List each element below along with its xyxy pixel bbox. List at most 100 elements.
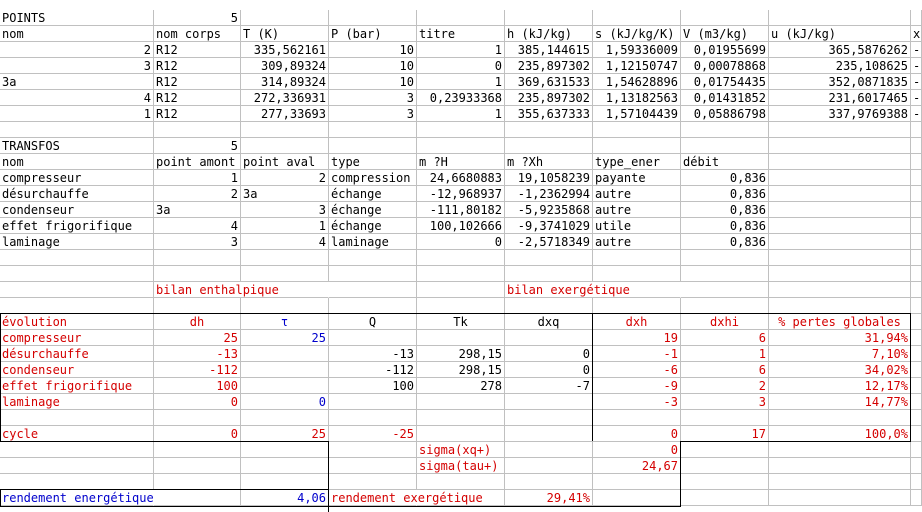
- sigma-xq-value[interactable]: 0: [593, 442, 681, 458]
- cell[interactable]: [505, 410, 593, 426]
- transfo-cell[interactable]: 1: [154, 170, 241, 186]
- bilan-cell[interactable]: 298,15: [417, 346, 505, 362]
- point-cell[interactable]: 0: [417, 58, 505, 74]
- bilan-cell[interactable]: 0: [505, 362, 593, 378]
- cell[interactable]: [505, 266, 593, 282]
- transfo-cell[interactable]: 0: [417, 234, 505, 250]
- point-cell[interactable]: 3: [329, 106, 417, 122]
- cell[interactable]: [769, 410, 911, 426]
- cell[interactable]: [329, 282, 417, 298]
- cell[interactable]: [241, 122, 329, 138]
- bilan-header-cell[interactable]: dxq: [505, 314, 593, 330]
- cycle-cell[interactable]: 0: [154, 426, 241, 442]
- bilan-cell[interactable]: 0: [241, 394, 329, 410]
- bilan-cell[interactable]: 100: [154, 378, 241, 394]
- cell[interactable]: [593, 10, 681, 26]
- point-cell[interactable]: 0,05886798: [681, 106, 769, 122]
- transfo-cell[interactable]: laminage: [329, 234, 417, 250]
- bilan-cell[interactable]: -13: [154, 346, 241, 362]
- point-cell[interactable]: 0,23933368: [417, 90, 505, 106]
- cell[interactable]: [911, 170, 922, 186]
- point-cell[interactable]: 0,00078868: [681, 58, 769, 74]
- cell[interactable]: [681, 282, 769, 298]
- cycle-cell[interactable]: [505, 426, 593, 442]
- point-cell[interactable]: -: [911, 74, 922, 90]
- bilan-header-cell[interactable]: Tk: [417, 314, 505, 330]
- point-cell[interactable]: 1: [417, 106, 505, 122]
- bilan-cell[interactable]: 2: [681, 378, 769, 394]
- transfo-cell[interactable]: 24,6680883: [417, 170, 505, 186]
- transfos-header-cell[interactable]: point aval: [241, 154, 329, 170]
- point-cell[interactable]: -: [911, 90, 922, 106]
- cell[interactable]: [241, 298, 329, 314]
- bilan-cell[interactable]: -112: [329, 362, 417, 378]
- cell[interactable]: [593, 266, 681, 282]
- cycle-cell[interactable]: 0: [593, 426, 681, 442]
- cell[interactable]: [911, 218, 922, 234]
- cell[interactable]: [0, 458, 154, 474]
- cell[interactable]: [417, 10, 505, 26]
- transfo-cell[interactable]: échange: [329, 218, 417, 234]
- transfo-cell[interactable]: -12,968937: [417, 186, 505, 202]
- point-cell[interactable]: R12: [154, 58, 241, 74]
- cell[interactable]: [911, 330, 922, 346]
- transfos-header-cell[interactable]: type_ener: [593, 154, 681, 170]
- transfos-header-cell[interactable]: débit: [681, 154, 769, 170]
- sigma-tau-value[interactable]: 24,67: [593, 458, 681, 474]
- cell[interactable]: [417, 122, 505, 138]
- points-header-cell[interactable]: nom corps: [154, 26, 241, 42]
- bilan-cell[interactable]: 31,94%: [769, 330, 911, 346]
- transfo-cell[interactable]: autre: [593, 186, 681, 202]
- point-cell[interactable]: 365,5876262: [769, 42, 911, 58]
- cell[interactable]: [417, 266, 505, 282]
- cell[interactable]: [911, 474, 922, 490]
- transfo-cell[interactable]: 0,836: [681, 170, 769, 186]
- point-cell[interactable]: 1,13182563: [593, 90, 681, 106]
- cell[interactable]: [911, 458, 922, 474]
- rendement-exergetique-value[interactable]: 29,41%: [505, 490, 593, 506]
- cell[interactable]: [505, 458, 593, 474]
- transfo-cell[interactable]: 3a: [241, 186, 329, 202]
- bilan-cell[interactable]: 298,15: [417, 362, 505, 378]
- point-cell[interactable]: 235,108625: [769, 58, 911, 74]
- transfos-header-cell[interactable]: m ?H: [417, 154, 505, 170]
- cell[interactable]: [911, 266, 922, 282]
- cell[interactable]: [241, 250, 329, 266]
- cell[interactable]: [681, 490, 769, 506]
- bilan-cell[interactable]: -7: [505, 378, 593, 394]
- cell[interactable]: [329, 138, 417, 154]
- cell[interactable]: [911, 202, 922, 218]
- cell[interactable]: [505, 298, 593, 314]
- point-cell[interactable]: 385,144615: [505, 42, 593, 58]
- transfo-name-cell[interactable]: désurchauffe: [0, 186, 154, 202]
- cell[interactable]: [417, 490, 505, 506]
- cell[interactable]: [911, 298, 922, 314]
- cell[interactable]: [0, 266, 154, 282]
- point-cell[interactable]: 10: [329, 74, 417, 90]
- transfo-cell[interactable]: 3a: [154, 202, 241, 218]
- point-cell[interactable]: 10: [329, 42, 417, 58]
- transfos-header-cell[interactable]: point amont: [154, 154, 241, 170]
- transfo-cell[interactable]: échange: [329, 186, 417, 202]
- cycle-cell[interactable]: -25: [329, 426, 417, 442]
- transfo-name-cell[interactable]: laminage: [0, 234, 154, 250]
- cycle-cell[interactable]: 100,0%: [769, 426, 911, 442]
- point-cell[interactable]: R12: [154, 74, 241, 90]
- points-header-cell[interactable]: h (kJ/kg): [505, 26, 593, 42]
- cell[interactable]: [241, 474, 329, 490]
- bilan-header-cell[interactable]: Q: [329, 314, 417, 330]
- transfo-cell[interactable]: -5,9235868: [505, 202, 593, 218]
- transfo-cell[interactable]: 3: [241, 202, 329, 218]
- point-cell[interactable]: 1,54628896: [593, 74, 681, 90]
- transfo-cell[interactable]: autre: [593, 202, 681, 218]
- transfo-cell[interactable]: 0,836: [681, 218, 769, 234]
- transfos-header-cell[interactable]: type: [329, 154, 417, 170]
- cell[interactable]: [769, 458, 911, 474]
- point-cell[interactable]: 235,897302: [505, 90, 593, 106]
- cell[interactable]: [769, 170, 911, 186]
- points-header-cell[interactable]: V (m3/kg): [681, 26, 769, 42]
- cell[interactable]: [769, 154, 911, 170]
- bilan-cell[interactable]: -1: [593, 346, 681, 362]
- transfo-cell[interactable]: utile: [593, 218, 681, 234]
- cell[interactable]: [329, 474, 417, 490]
